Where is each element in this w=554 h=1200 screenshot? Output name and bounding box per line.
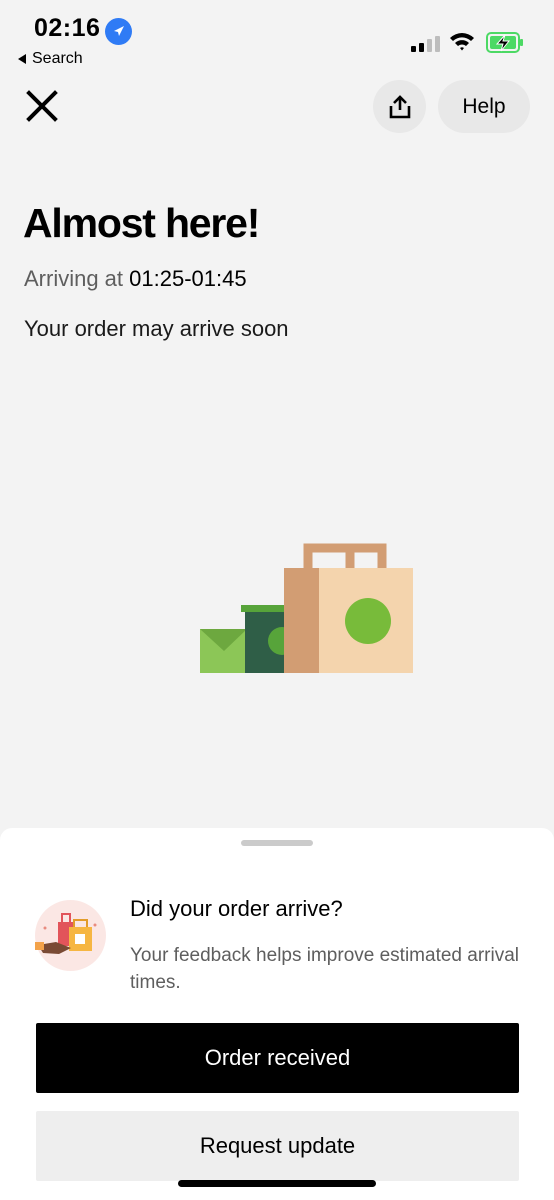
order-status-screen: 02:16 Search Help Almost here! Arriving …: [0, 0, 554, 1200]
arriving-time: 01:25-01:45: [129, 266, 247, 291]
request-update-button[interactable]: Request update: [36, 1111, 519, 1181]
help-button[interactable]: Help: [438, 80, 530, 133]
order-received-button[interactable]: Order received: [36, 1023, 519, 1093]
feedback-description: Your feedback helps improve estimated ar…: [130, 945, 519, 993]
arrival-window: Arriving at 01:25-01:45: [24, 266, 247, 292]
battery-charging-icon: [486, 32, 524, 59]
status-time: 02:16: [34, 14, 101, 42]
cellular-signal-icon: [411, 36, 441, 57]
share-button[interactable]: [373, 80, 426, 133]
close-icon: [26, 90, 58, 122]
grocery-bags-illustration: [198, 540, 418, 685]
feedback-title: Did your order arrive?: [130, 896, 343, 921]
back-arrow-icon: [18, 54, 26, 64]
back-search-label: Search: [32, 50, 83, 67]
share-icon: [389, 94, 410, 118]
arriving-label: Arriving at: [24, 266, 124, 291]
back-to-search-link[interactable]: Search: [18, 50, 83, 68]
shopping-bags-icon: [35, 900, 106, 971]
location-arrow-icon: [105, 18, 132, 45]
wifi-icon: [449, 31, 475, 56]
feedback-sheet: Did your order arrive? Your feedback hel…: [0, 828, 554, 1200]
page-title: Almost here!: [23, 200, 260, 246]
home-indicator: [178, 1180, 376, 1187]
status-subtitle: Your order may arrive soon: [24, 316, 289, 341]
sheet-grabber[interactable]: [241, 840, 313, 846]
close-button[interactable]: [22, 86, 62, 126]
